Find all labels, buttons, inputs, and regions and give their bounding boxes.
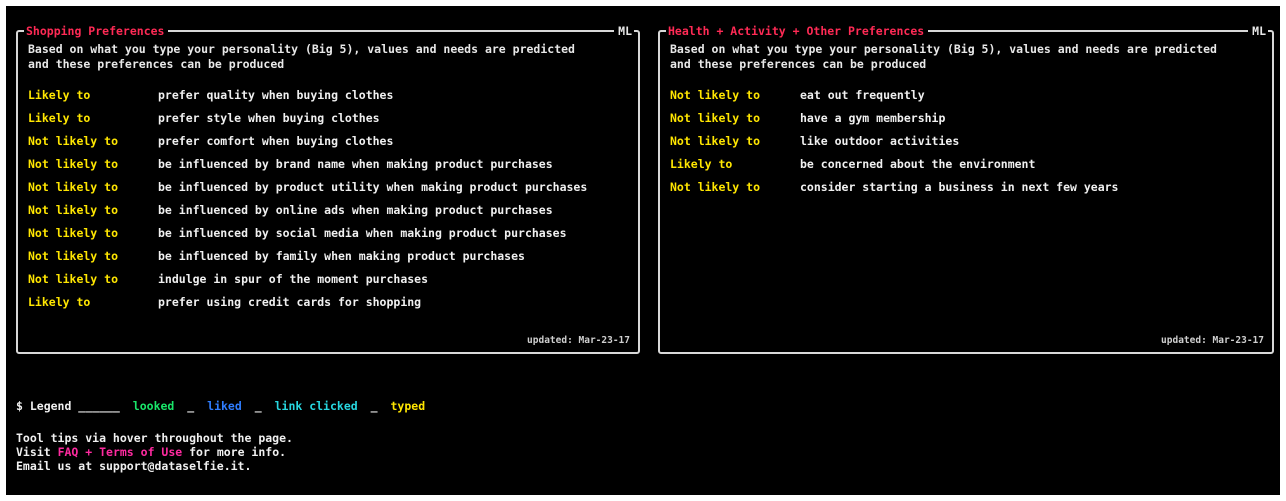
legend-looked: looked: [132, 399, 175, 413]
terminal-screen: Shopping Preferences ML Based on what yo…: [6, 6, 1280, 495]
likelihood-label: Likely to: [28, 88, 91, 102]
updated-timestamp: updated: Mar-23-17: [1161, 335, 1264, 346]
description-line: Based on what you type your personality …: [670, 42, 1217, 56]
preference-text: be influenced by family when making prod…: [158, 249, 525, 263]
likelihood-label: Not likely to: [28, 134, 119, 148]
likelihood-label: Not likely to: [670, 111, 761, 125]
preference-row[interactable]: Likely to prefer using credit cards for s…: [28, 295, 587, 318]
tooltip-note: Tool tips via hover throughout the page.: [16, 431, 293, 445]
shopping-preferences-panel: Shopping Preferences ML Based on what yo…: [16, 23, 640, 354]
preference-row[interactable]: Likely to prefer style when buying clothe…: [28, 111, 587, 134]
faq-terms-link[interactable]: FAQ + Terms of Use: [58, 445, 183, 459]
description-line: and these preferences can be produced: [28, 57, 285, 71]
legend: $ Legend ______ looked _ liked _ link cl…: [16, 399, 431, 414]
preference-text: prefer style when buying clothes: [158, 111, 380, 125]
preference-text: prefer comfort when buying clothes: [158, 134, 394, 148]
legend-prefix: $ Legend ______: [16, 399, 120, 413]
footer: Tool tips via hover throughout the page.…: [16, 431, 293, 473]
preference-text: prefer quality when buying clothes: [158, 88, 394, 102]
legend-typed: typed: [390, 399, 426, 413]
preference-text: be influenced by online ads when making …: [158, 203, 553, 217]
visit-line: Visit FAQ + Terms of Use for more info.: [16, 445, 293, 459]
likelihood-label: Not likely to: [28, 272, 119, 286]
likelihood-label: Not likely to: [28, 157, 119, 171]
preference-row[interactable]: Not likely to be influenced by online ads…: [28, 203, 587, 226]
likelihood-label: Not likely to: [28, 249, 119, 263]
preference-text: indulge in spur of the moment purchases: [158, 272, 429, 286]
likelihood-label: Not likely to: [670, 134, 761, 148]
preference-row[interactable]: Likely to be concerned about the environm…: [670, 157, 1119, 180]
ml-badge[interactable]: ML: [614, 23, 634, 39]
preference-row[interactable]: Likely to prefer quality when buying clot…: [28, 88, 587, 111]
preference-row[interactable]: Not likely to be influenced by social med…: [28, 226, 587, 249]
visit-prefix: Visit: [16, 445, 51, 459]
legend-separator: _: [254, 399, 262, 413]
preference-text: like outdoor activities: [800, 134, 960, 148]
preference-text: eat out frequently: [800, 88, 925, 102]
likelihood-label: Not likely to: [28, 226, 119, 240]
ml-badge[interactable]: ML: [1248, 23, 1268, 39]
panel-title: Health + Activity + Other Preferences: [666, 23, 929, 39]
preference-row[interactable]: Not likely to consider starting a busines…: [670, 180, 1119, 203]
preference-row[interactable]: Not likely to be influenced by brand name…: [28, 157, 587, 180]
updated-timestamp: updated: Mar-23-17: [527, 335, 630, 346]
preference-row[interactable]: Not likely to have a gym membership: [670, 111, 1119, 134]
preference-text: be concerned about the environment: [800, 157, 1036, 171]
likelihood-label: Not likely to: [28, 180, 119, 194]
likelihood-label: Likely to: [28, 111, 91, 125]
likelihood-label: Not likely to: [28, 203, 119, 217]
likelihood-label: Not likely to: [670, 88, 761, 102]
likelihood-label: Not likely to: [670, 180, 761, 194]
legend-separator: _: [187, 399, 195, 413]
visit-suffix: for more info.: [189, 445, 287, 459]
panel-description: Based on what you type your personality …: [670, 42, 1266, 72]
description-line: and these preferences can be produced: [670, 57, 927, 71]
health-activity-preferences-panel: Health + Activity + Other Preferences ML…: [658, 23, 1274, 354]
legend-liked: liked: [207, 399, 242, 413]
preference-row[interactable]: Not likely to prefer comfort when buying …: [28, 134, 587, 157]
preference-row[interactable]: Not likely to be influenced by family whe…: [28, 249, 587, 272]
preference-text: have a gym membership: [800, 111, 946, 125]
panel-description: Based on what you type your personality …: [28, 42, 624, 72]
preference-text: be influenced by brand name when making …: [158, 157, 553, 171]
description-line: Based on what you type your personality …: [28, 42, 575, 56]
preference-list: Not likely to eat out frequently Not like…: [670, 88, 1119, 203]
panel-title: Shopping Preferences: [24, 23, 169, 39]
preference-text: consider starting a business in next few…: [800, 180, 1119, 194]
preference-row[interactable]: Not likely to indulge in spur of the mome…: [28, 272, 587, 295]
preference-text: be influenced by product utility when ma…: [158, 180, 588, 194]
legend-link-clicked: link clicked: [274, 399, 358, 413]
likelihood-label: Likely to: [28, 295, 91, 309]
preference-row[interactable]: Not likely to like outdoor activities: [670, 134, 1119, 157]
preference-text: prefer using credit cards for shopping: [158, 295, 422, 309]
preference-text: be influenced by social media when makin…: [158, 226, 567, 240]
preference-row[interactable]: Not likely to eat out frequently: [670, 88, 1119, 111]
legend-separator: _: [370, 399, 378, 413]
preference-list: Likely to prefer quality when buying clot…: [28, 88, 587, 318]
likelihood-label: Likely to: [670, 157, 733, 171]
email-line: Email us at support@dataselfie.it.: [16, 459, 252, 473]
preference-row[interactable]: Not likely to be influenced by product ut…: [28, 180, 587, 203]
